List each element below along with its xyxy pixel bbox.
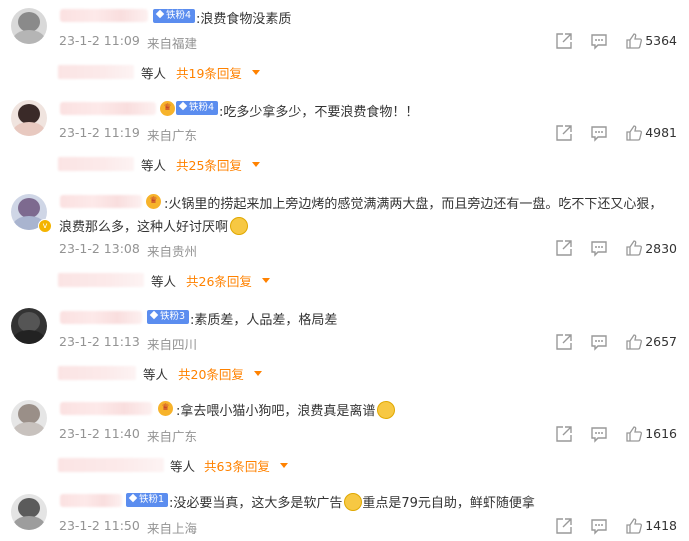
comment-location: 来自广东 [147, 128, 198, 143]
reply-people: 等人 [143, 367, 169, 382]
chevron-down-icon[interactable] [252, 70, 260, 75]
comment-text-line1: :火锅里的捞起来加上旁边烤的感觉满满两大盘，而且旁边还有一盘。吃不下还又心狠， [164, 197, 663, 212]
like-icon[interactable] [625, 333, 643, 351]
like-icon[interactable] [625, 32, 643, 50]
reply-count-link[interactable]: 共20条回复 [178, 364, 244, 383]
like-icon[interactable] [625, 425, 643, 443]
comment-time: 23-1-2 11:09 [59, 33, 140, 48]
comment-text: :吃多少拿多少，不要浪费食物！！ [219, 105, 419, 120]
comment-location: 来自福建 [147, 36, 198, 51]
emoji-icon [377, 401, 396, 419]
comment-time: 23-1-2 11:13 [59, 334, 140, 349]
fan-badge: 铁粉3 [147, 310, 190, 324]
like-icon[interactable] [625, 124, 643, 142]
like-count: 1418 [645, 518, 677, 533]
crown-icon: ♛ [160, 101, 175, 116]
like-icon[interactable] [625, 517, 643, 535]
like-count: 5364 [645, 33, 677, 48]
comment-text: :没必要当真，这大多是软广告 重点是79元自助，鲜虾随便拿 [169, 492, 535, 511]
avatar[interactable] [11, 494, 47, 530]
share-icon[interactable] [555, 239, 573, 257]
username-blurred[interactable] [60, 102, 156, 115]
emoji-icon [344, 493, 363, 511]
fan-badge: 铁粉4 [176, 101, 219, 115]
reply-people: 等人 [141, 66, 167, 81]
chevron-down-icon[interactable] [252, 162, 260, 167]
comment-item: 铁粉4 :浪费食物没素质 23-1-2 11:09 来自福建 5364 等人 共… [0, 0, 689, 90]
comment-time: 23-1-2 11:19 [59, 125, 140, 140]
username-blurred[interactable] [60, 9, 148, 22]
comment-location: 来自贵州 [147, 244, 198, 259]
comment-icon[interactable] [590, 517, 608, 535]
replies-summary[interactable]: 等人 共19条回复 [58, 62, 278, 82]
comment-text: :素质差，人品差，格局差 [190, 313, 338, 328]
fan-badge: 铁粉4 [153, 9, 196, 23]
comment-location: 来自四川 [147, 337, 198, 352]
emoji-icon [230, 217, 249, 235]
comment-icon[interactable] [590, 425, 608, 443]
comment-item: 铁粉1 :没必要当真，这大多是软广告 重点是79元自助，鲜虾随便拿 23-1-2 … [0, 486, 689, 541]
replies-summary[interactable]: 等人 共63条回复 [58, 455, 298, 475]
comment-text: :浪费食物没素质 [196, 12, 292, 27]
comment-location: 来自广东 [147, 429, 198, 444]
comment-item: ♛ 铁粉4 :吃多少拿多少，不要浪费食物！！ 23-1-2 11:19 来自广东… [0, 92, 689, 182]
comment-time: 23-1-2 11:50 [59, 518, 140, 533]
reply-people: 等人 [141, 158, 167, 173]
comment-icon[interactable] [590, 333, 608, 351]
like-count: 1616 [645, 426, 677, 441]
comment-item: ♛ :拿去喂小猫小狗吧，浪费真是离谱 23-1-2 11:40 来自广东 161… [0, 394, 689, 484]
comment-icon[interactable] [590, 239, 608, 257]
username-blurred[interactable] [60, 402, 152, 415]
crown-icon: ♛ [146, 194, 161, 209]
reply-people: 等人 [170, 459, 196, 474]
chevron-down-icon[interactable] [262, 278, 270, 283]
reply-count-link[interactable]: 共25条回复 [176, 155, 242, 174]
chevron-down-icon[interactable] [280, 463, 288, 468]
comment-item: 铁粉3 :素质差，人品差，格局差 23-1-2 11:13 来自四川 2657 … [0, 302, 689, 392]
like-count: 4981 [645, 125, 677, 140]
chevron-down-icon[interactable] [254, 371, 262, 376]
avatar[interactable] [11, 100, 47, 136]
like-count: 2657 [645, 334, 677, 349]
crown-icon: ♛ [158, 401, 173, 416]
avatar[interactable] [11, 8, 47, 44]
comment-icon[interactable] [590, 124, 608, 142]
like-icon[interactable] [625, 239, 643, 257]
avatar[interactable] [11, 400, 47, 436]
replies-summary[interactable]: 等人 共26条回复 [58, 270, 298, 290]
share-icon[interactable] [555, 517, 573, 535]
comment-time: 23-1-2 11:40 [59, 426, 140, 441]
like-count: 2830 [645, 241, 677, 256]
replies-summary[interactable]: 等人 共20条回复 [58, 363, 278, 383]
comment-location: 来自上海 [147, 521, 198, 536]
reply-people: 等人 [151, 274, 177, 289]
comment-text-line2: 浪费那么多，这种人好讨厌啊 [59, 216, 249, 235]
share-icon[interactable] [555, 333, 573, 351]
avatar[interactable] [11, 308, 47, 344]
verified-icon: v [38, 219, 52, 233]
comment-text: :拿去喂小猫小狗吧，浪费真是离谱 [176, 400, 396, 419]
username-blurred[interactable] [60, 195, 142, 208]
username-blurred[interactable] [60, 311, 142, 324]
username-blurred[interactable] [60, 494, 122, 507]
share-icon[interactable] [555, 425, 573, 443]
replies-summary[interactable]: 等人 共25条回复 [58, 154, 278, 174]
reply-count-link[interactable]: 共63条回复 [204, 456, 270, 475]
share-icon[interactable] [555, 124, 573, 142]
reply-count-link[interactable]: 共19条回复 [176, 63, 242, 82]
comment-time: 23-1-2 13:08 [59, 241, 140, 256]
comment-icon[interactable] [590, 32, 608, 50]
reply-count-link[interactable]: 共26条回复 [186, 271, 252, 290]
fan-badge: 铁粉1 [126, 493, 169, 507]
comment-item: v ♛ :火锅里的捞起来加上旁边烤的感觉满满两大盘，而且旁边还有一盘。吃不下还又… [0, 186, 689, 296]
share-icon[interactable] [555, 32, 573, 50]
